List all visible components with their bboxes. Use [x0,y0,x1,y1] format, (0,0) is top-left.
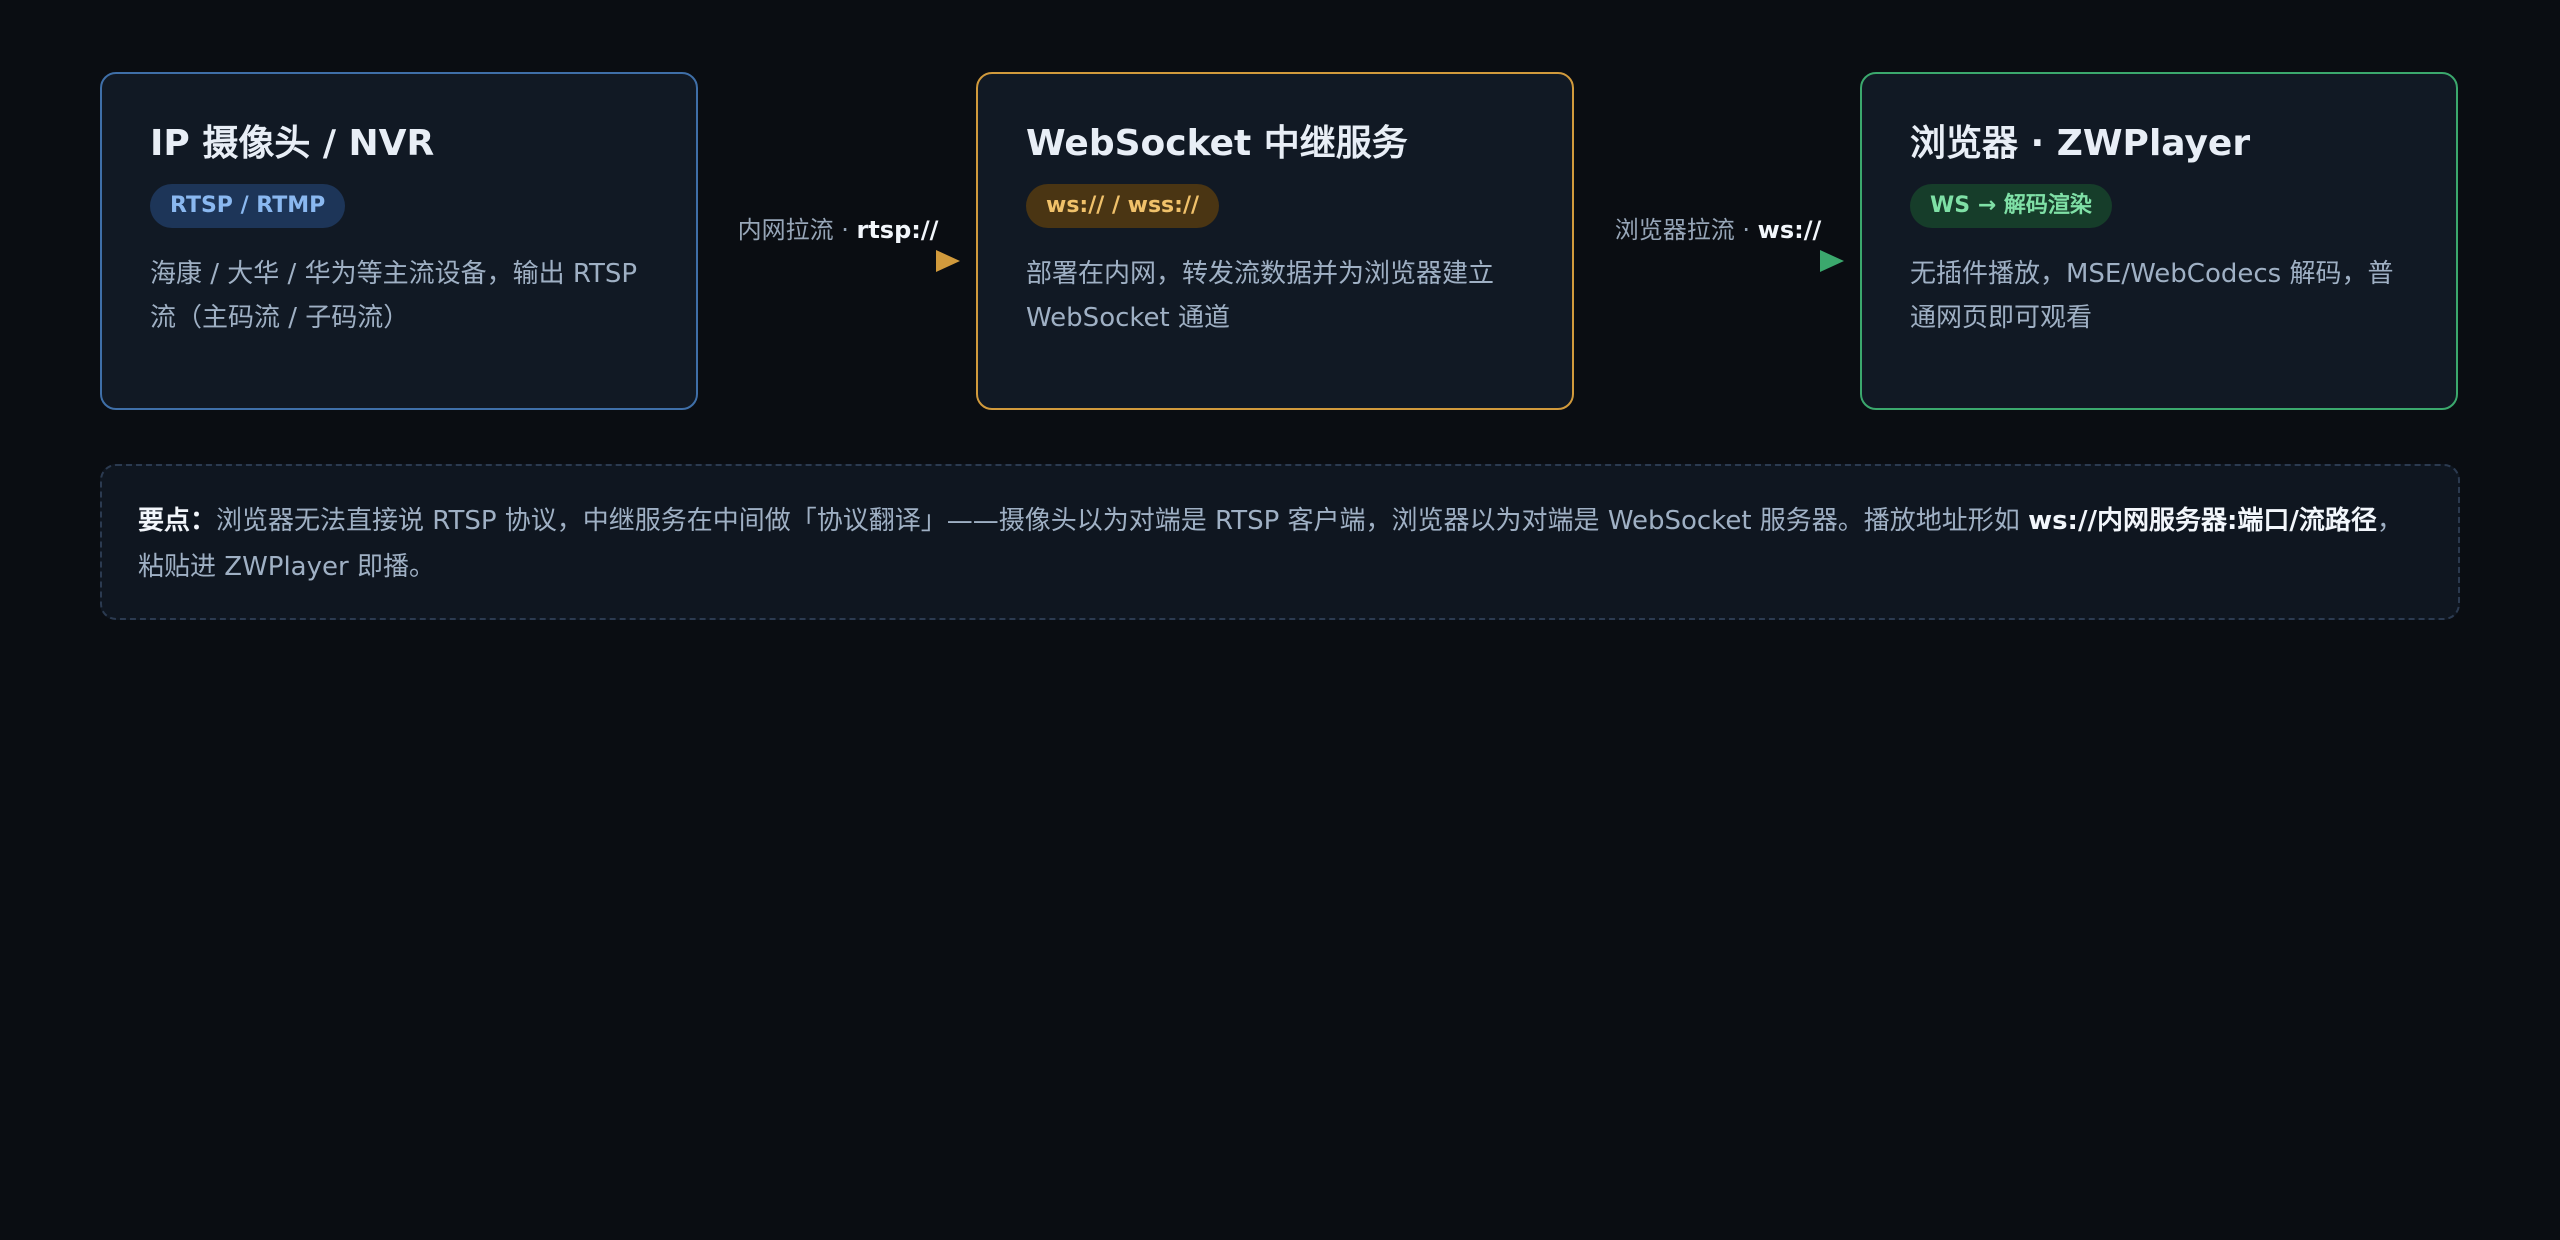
node-websocket-relay: WebSocket 中继服务 ws:// / wss:// 部署在内网，转发流数… [976,72,1574,410]
node-description: 部署在内网，转发流数据并为浏览器建立 WebSocket 通道 [1026,259,1495,333]
protocol-badge: WS → 解码渲染 [1910,184,2112,228]
key-point-note: 要点：浏览器无法直接说 RTSP 协议，中继服务在中间做「协议翻译」——摄像头以… [100,464,2460,620]
edge-camera-to-relay: 内网拉流 · rtsp:// [710,212,966,272]
edge-label: 浏览器拉流 · ws:// [1586,212,1850,248]
note-lead: 要点： [138,506,217,536]
arrow-right-icon [1588,250,1846,272]
node-description: 海康 / 大华 / 华为等主流设备，输出 RTSP 流（主码流 / 子码流） [150,259,638,333]
node-description: 无插件播放，MSE/WebCodecs 解码，普通网页即可观看 [1910,259,2394,333]
protocol-badge: ws:// / wss:// [1026,184,1220,228]
node-browser-zwplayer: 浏览器 · ZWPlayer WS → 解码渲染 无插件播放，MSE/WebCo… [1860,72,2458,410]
edge-relay-to-browser: 浏览器拉流 · ws:// [1586,212,1850,272]
edge-protocol: rtsp:// [856,216,939,244]
architecture-diagram: IP 摄像头 / NVR RTSP / RTMP 海康 / 大华 / 华为等主流… [0,0,2560,1240]
edge-label-text: 浏览器拉流 · [1614,216,1758,244]
protocol-badge: RTSP / RTMP [150,184,346,228]
edge-label: 内网拉流 · rtsp:// [710,212,966,248]
node-ip-camera-nvr: IP 摄像头 / NVR RTSP / RTMP 海康 / 大华 / 华为等主流… [100,72,698,410]
note-text: 浏览器无法直接说 RTSP 协议，中继服务在中间做「协议翻译」——摄像头以为对端… [216,506,2029,536]
edge-label-text: 内网拉流 · [737,216,857,244]
edge-protocol: ws:// [1757,216,1822,244]
node-title: WebSocket 中继服务 [1026,123,1408,164]
note-address: ws://内网服务器:端口/流路径 [2028,506,2377,536]
node-title: 浏览器 · ZWPlayer [1910,123,2251,164]
arrow-right-icon [712,250,962,272]
node-title: IP 摄像头 / NVR [150,123,435,164]
